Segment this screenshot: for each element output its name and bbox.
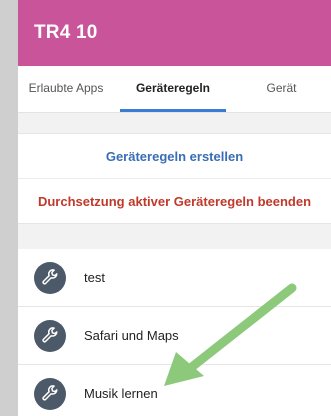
- tab-bar: Erlaubte Apps Geräteregeln Gerät: [18, 66, 331, 113]
- avatar: [34, 261, 66, 294]
- actions-card: Geräteregeln erstellen Durchsetzung akti…: [18, 133, 331, 224]
- list-item-label: test: [84, 270, 105, 285]
- wrench-icon: [42, 384, 58, 401]
- wrench-icon: [42, 326, 58, 343]
- list-item-test[interactable]: test: [18, 249, 331, 307]
- section-gap: [18, 224, 331, 249]
- list-item-safari-maps[interactable]: Safari und Maps: [18, 307, 331, 365]
- tab-device-rules[interactable]: Geräteregeln: [114, 66, 232, 112]
- avatar: [34, 319, 66, 352]
- app-bar: TR4 10: [18, 0, 331, 66]
- section-gap: [18, 113, 331, 133]
- wrench-icon: [42, 268, 58, 285]
- app-screen: TR4 10 Erlaubte Apps Geräteregeln Gerät …: [18, 0, 331, 416]
- rules-list: test Safari und Maps Musik lernen: [18, 249, 331, 416]
- avatar: [34, 377, 66, 410]
- list-item-music-learning[interactable]: Musik lernen: [18, 365, 331, 416]
- list-item-label: Safari und Maps: [84, 328, 179, 343]
- tab-allowed-apps[interactable]: Erlaubte Apps: [18, 66, 114, 112]
- tab-device[interactable]: Gerät: [232, 66, 331, 112]
- stop-enforcement-button[interactable]: Durchsetzung aktiver Geräteregeln beende…: [18, 178, 331, 223]
- create-rules-button[interactable]: Geräteregeln erstellen: [18, 134, 331, 178]
- page-title: TR4 10: [34, 22, 98, 43]
- list-item-label: Musik lernen: [84, 386, 158, 401]
